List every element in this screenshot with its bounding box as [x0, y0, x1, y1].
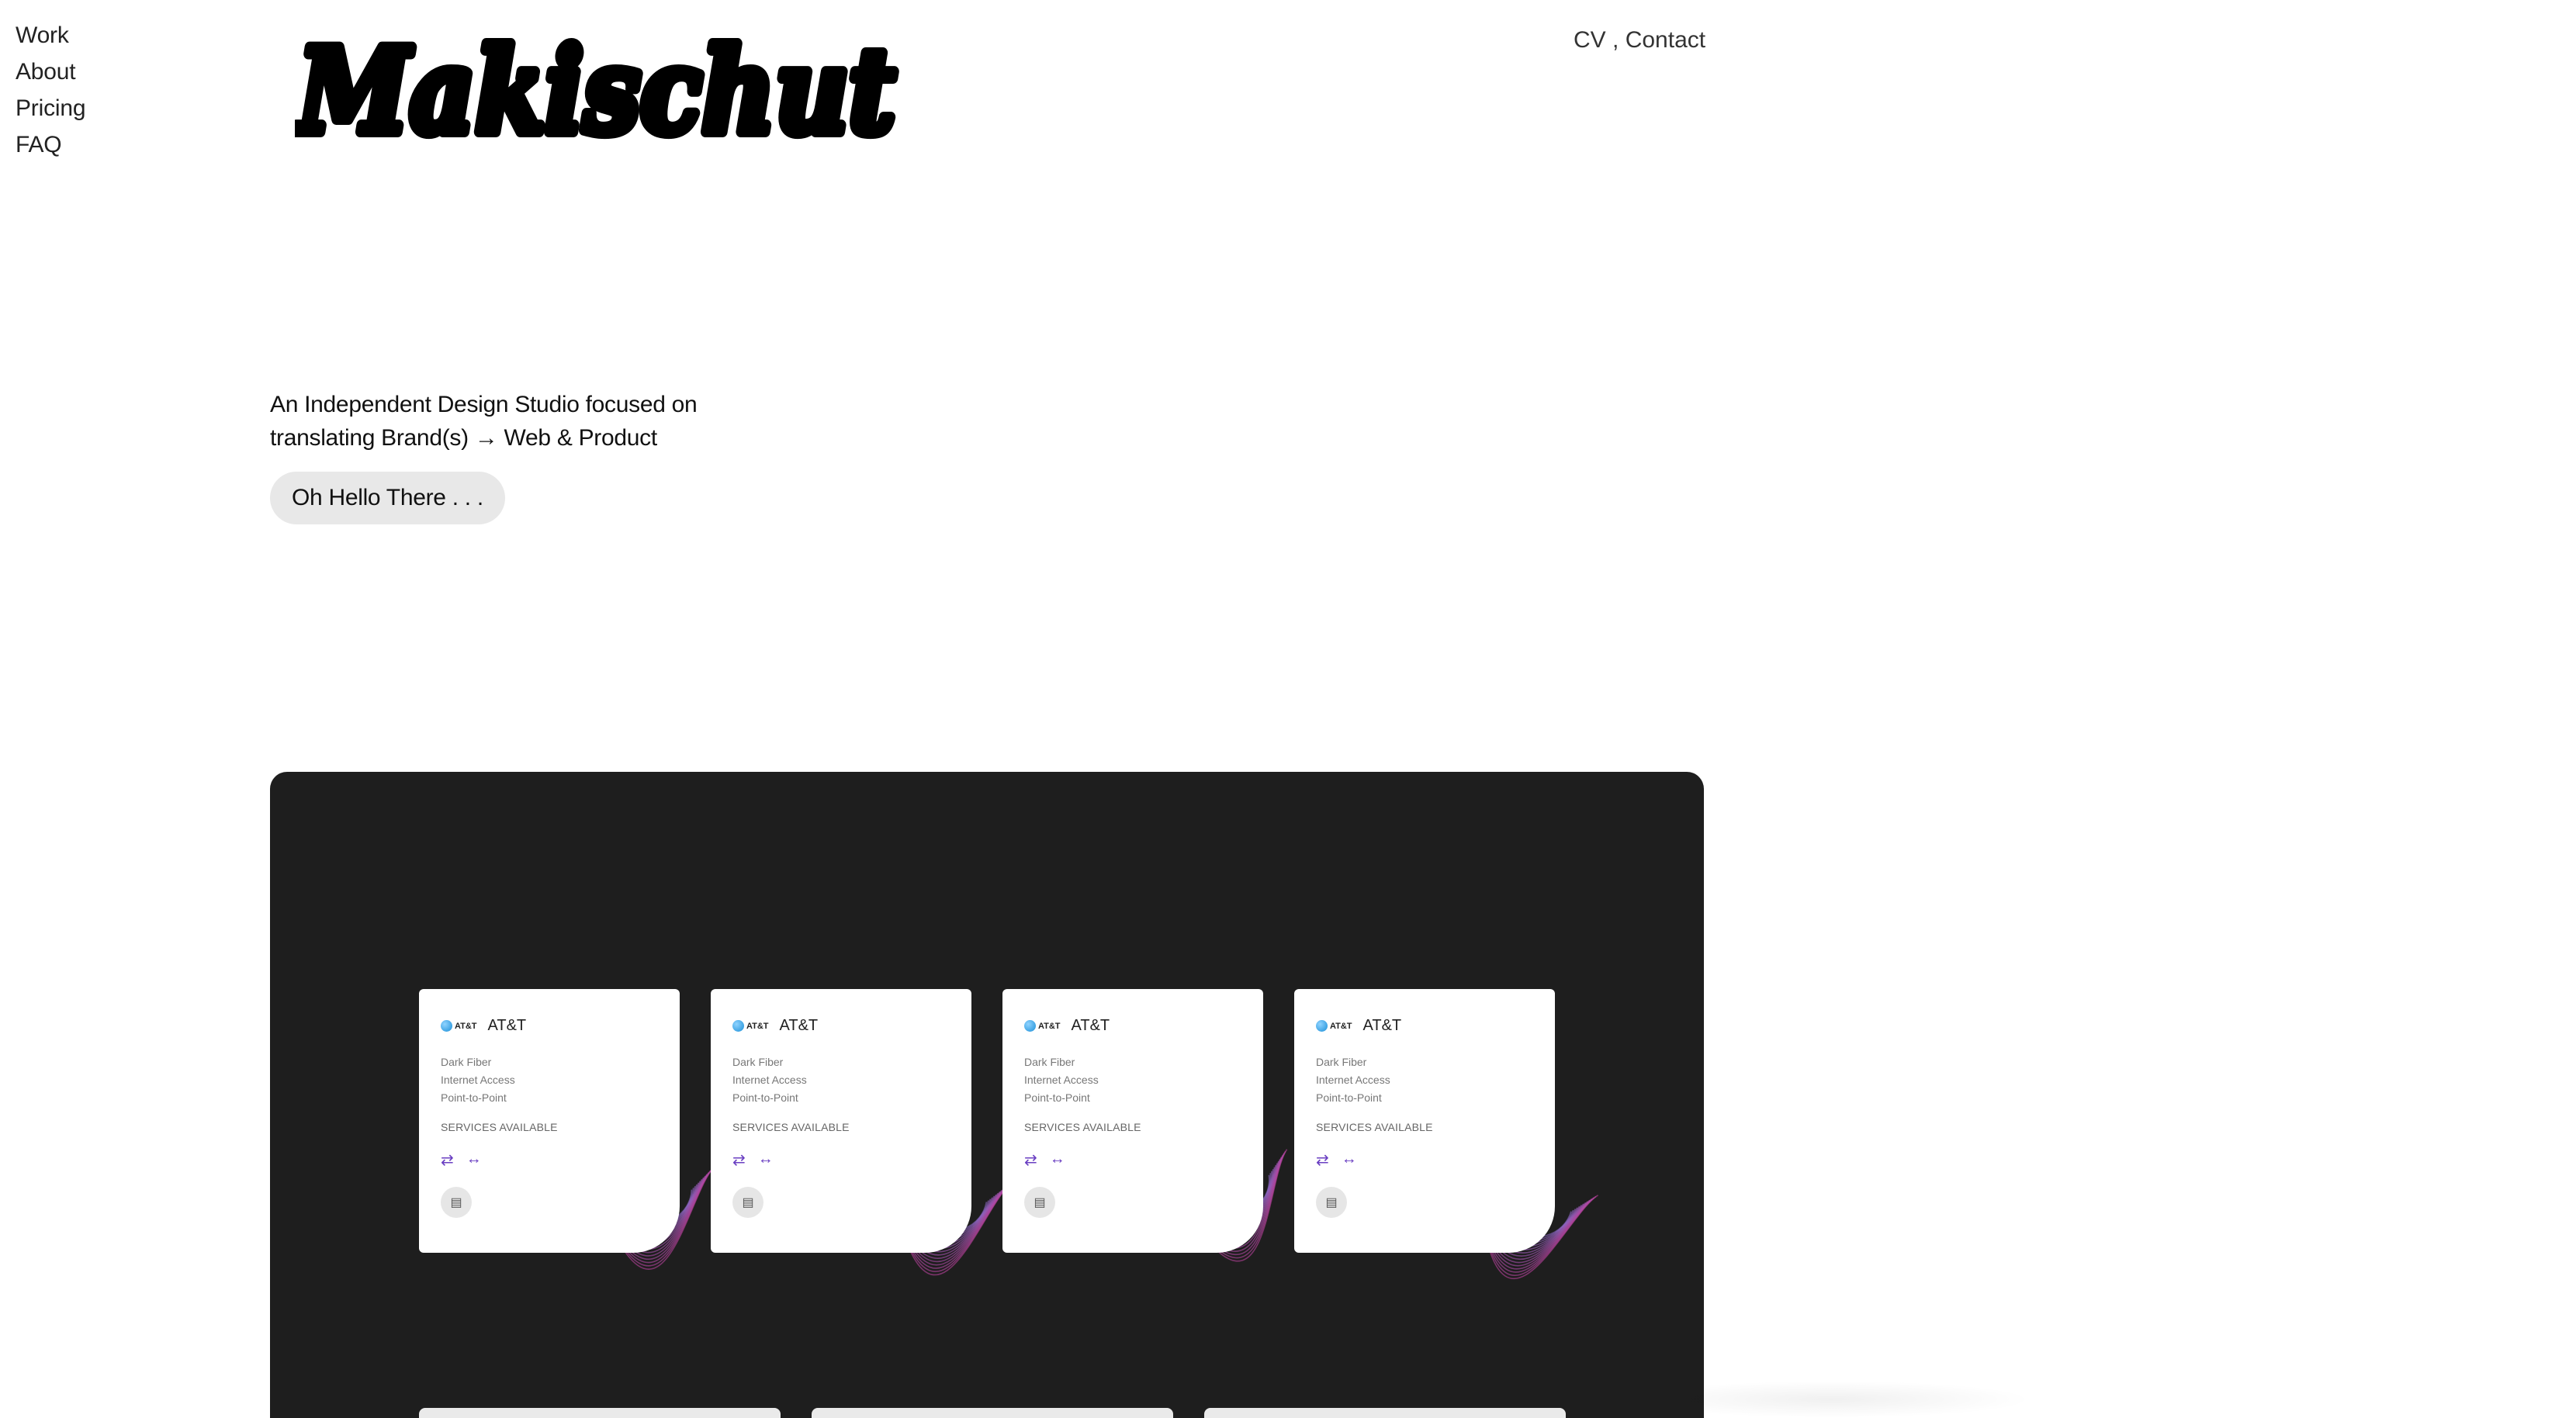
service-item: Internet Access [1316, 1074, 1390, 1086]
double-arrow-icon: ↔ [757, 1150, 774, 1167]
service-list: Dark Fiber Internet Access Point-to-Poin… [732, 1053, 950, 1107]
brand-name: AT&T [1362, 1017, 1402, 1034]
swap-arrows-icon: ⇄ [441, 1152, 454, 1169]
project-showcase[interactable]: AT&T AT&T Dark Fiber Internet Access Poi… [270, 772, 1704, 1418]
link-separator: , [1605, 27, 1626, 53]
brand-mini: AT&T [1316, 1020, 1352, 1032]
brand-name: AT&T [1071, 1017, 1110, 1034]
service-item: Dark Fiber [441, 1056, 492, 1068]
arrow-icons: ⇄ ↔ [1024, 1150, 1241, 1170]
service-item: Dark Fiber [1024, 1056, 1075, 1068]
service-item: Dark Fiber [1316, 1056, 1367, 1068]
arrow-icons: ⇄ ↔ [441, 1150, 658, 1170]
scroll-shadow [1629, 1381, 2033, 1418]
globe-icon [1316, 1020, 1328, 1032]
globe-icon [1024, 1020, 1036, 1032]
next-card-1 [419, 1408, 781, 1418]
service-card[interactable]: AT&T AT&T Dark Fiber Internet Access Poi… [711, 989, 1013, 1276]
nav-work-link[interactable]: Work [16, 20, 85, 50]
services-title: SERVICES AVAILABLE [441, 1121, 558, 1133]
next-card-row [419, 1408, 1566, 1418]
card-header: AT&T AT&T [732, 1017, 950, 1035]
globe-icon [441, 1020, 452, 1032]
brand-mini: AT&T [441, 1020, 477, 1032]
brand-mini-label: AT&T [746, 1021, 769, 1031]
hero-tagline: An Independent Design Studio focused on … [270, 388, 767, 455]
double-arrow-icon: ↔ [1049, 1150, 1065, 1167]
card-header: AT&T AT&T [1316, 1017, 1533, 1035]
card-body: AT&T AT&T Dark Fiber Internet Access Poi… [711, 989, 971, 1253]
services-title: SERVICES AVAILABLE [732, 1121, 850, 1133]
service-card[interactable]: AT&T AT&T Dark Fiber Internet Access Poi… [1294, 989, 1598, 1280]
logo[interactable]: Makischut [295, 17, 900, 149]
services-title: SERVICES AVAILABLE [1024, 1121, 1141, 1133]
main-nav: Work About Pricing FAQ [16, 20, 86, 160]
brand-mini-label: AT&T [1330, 1021, 1352, 1031]
service-item: Dark Fiber [732, 1056, 784, 1068]
card-body: AT&T AT&T Dark Fiber Internet Access Poi… [1002, 989, 1263, 1253]
brand-mini: AT&T [1024, 1020, 1061, 1032]
card-header: AT&T AT&T [441, 1017, 658, 1035]
nav-pricing-link[interactable]: Pricing [16, 93, 86, 123]
next-card-2 [812, 1408, 1173, 1418]
service-item: Internet Access [441, 1074, 515, 1086]
service-item: Point-to-Point [1316, 1091, 1382, 1104]
store-icon[interactable]: ▤ [732, 1187, 763, 1218]
service-item: Point-to-Point [441, 1091, 507, 1104]
brand-mini-label: AT&T [455, 1021, 477, 1031]
arrow-icons: ⇄ ↔ [1316, 1150, 1533, 1170]
logo-wordmark: Makischut [295, 23, 895, 149]
card-row: AT&T AT&T Dark Fiber Internet Access Poi… [419, 989, 1598, 1280]
service-list: Dark Fiber Internet Access Point-to-Poin… [441, 1053, 658, 1107]
service-item: Internet Access [732, 1074, 807, 1086]
top-right-links: CV , Contact [1574, 25, 1705, 56]
globe-icon [732, 1020, 744, 1032]
service-item: Point-to-Point [1024, 1091, 1090, 1104]
card-header: AT&T AT&T [1024, 1017, 1241, 1035]
store-icon[interactable]: ▤ [1024, 1187, 1055, 1218]
swap-arrows-icon: ⇄ [1024, 1152, 1037, 1169]
store-icon[interactable]: ▤ [441, 1187, 472, 1218]
brand-name: AT&T [779, 1017, 819, 1034]
arrow-icons: ⇄ ↔ [732, 1150, 950, 1170]
brand-name: AT&T [487, 1017, 527, 1034]
nav-faq-link[interactable]: FAQ [16, 130, 85, 160]
store-icon[interactable]: ▤ [1316, 1187, 1347, 1218]
service-item: Internet Access [1024, 1074, 1099, 1086]
services-title: SERVICES AVAILABLE [1316, 1121, 1433, 1133]
swap-arrows-icon: ⇄ [1316, 1152, 1329, 1169]
brand-mini-label: AT&T [1038, 1021, 1061, 1031]
swap-arrows-icon: ⇄ [732, 1152, 746, 1169]
service-list: Dark Fiber Internet Access Point-to-Poin… [1024, 1053, 1241, 1107]
service-list: Dark Fiber Internet Access Point-to-Poin… [1316, 1053, 1533, 1107]
double-arrow-icon: ↔ [1341, 1150, 1357, 1167]
contact-link[interactable]: Contact [1626, 27, 1705, 53]
next-card-3 [1204, 1408, 1566, 1418]
service-card[interactable]: AT&T AT&T Dark Fiber Internet Access Poi… [1002, 989, 1288, 1262]
hello-button[interactable]: Oh Hello There . . . [270, 472, 505, 524]
double-arrow-icon: ↔ [466, 1150, 482, 1167]
tagline-line-2: translating Brand(s) → Web & Product [270, 425, 657, 451]
card-body: AT&T AT&T Dark Fiber Internet Access Poi… [1294, 989, 1555, 1253]
service-card[interactable]: AT&T AT&T Dark Fiber Internet Access Poi… [419, 989, 715, 1270]
cv-link[interactable]: CV [1574, 27, 1606, 53]
tagline-line-1: An Independent Design Studio focused on [270, 392, 698, 417]
service-item: Point-to-Point [732, 1091, 798, 1104]
card-body: AT&T AT&T Dark Fiber Internet Access Poi… [419, 989, 680, 1253]
nav-about-link[interactable]: About [16, 57, 85, 87]
brand-mini: AT&T [732, 1020, 769, 1032]
